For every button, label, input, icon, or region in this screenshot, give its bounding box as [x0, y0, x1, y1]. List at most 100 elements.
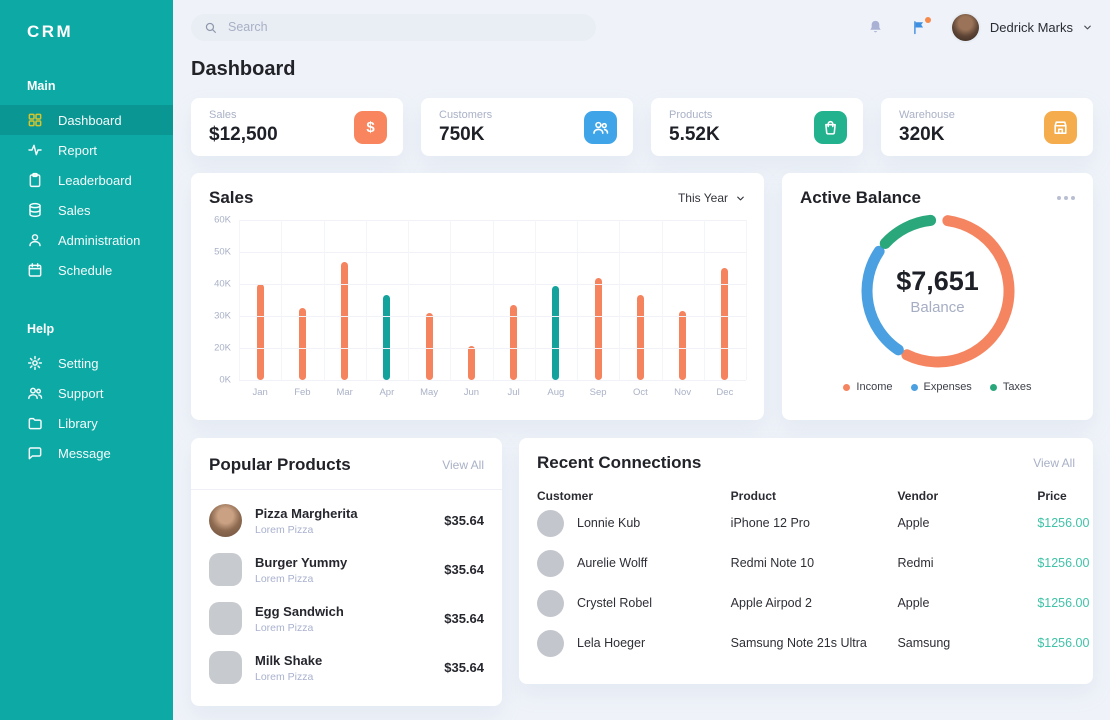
bar-feb [298, 308, 306, 380]
balance-donut-chart: $7,651 Balance [859, 212, 1017, 370]
stat-card-sales: Sales $12,500 $ [191, 98, 403, 156]
popular-products-title: Popular Products [209, 455, 351, 474]
user-menu[interactable]: Dedrick Marks [951, 13, 1093, 41]
sidebar-item-label: Message [58, 445, 111, 461]
sidebar-item-message[interactable]: Message [0, 438, 173, 468]
stat-text: Warehouse 320K [899, 109, 955, 146]
sidebar-item-schedule[interactable]: Schedule [0, 255, 173, 285]
clipboard-icon [27, 172, 43, 188]
product-subtitle: Lorem Pizza [255, 670, 314, 683]
connection-row[interactable]: Lonnie Kub iPhone 12 Pro Apple $1256.00 [537, 503, 1089, 543]
bar-may [425, 312, 433, 380]
vendor-cell: Apple [897, 516, 930, 530]
activity-icon [27, 142, 43, 158]
x-axis-tick: Jun [463, 387, 480, 398]
sales-card: Sales This Year 60K 50K 40K 30K 20K 0K Jan Feb… [191, 173, 764, 420]
notification-badge [924, 16, 931, 23]
sidebar-item-label: Setting [58, 355, 99, 371]
stat-label: Products [669, 108, 713, 121]
gridline [281, 220, 283, 380]
stat-label: Warehouse [899, 108, 955, 121]
gridline [746, 220, 747, 380]
search-box[interactable] [191, 13, 596, 41]
product-list-item[interactable]: Pizza Margherita Lorem Pizza $35.64 [209, 496, 484, 545]
stat-value: 320K [899, 123, 945, 145]
y-axis-tick: 0K [219, 374, 231, 386]
bar-slot [704, 220, 746, 380]
product-name: Egg Sandwich [255, 603, 344, 619]
page-title: Dashboard [191, 58, 296, 80]
sidebar-item-administration[interactable]: Administration [0, 225, 173, 255]
customer-cell: Lonnie Kub [537, 509, 731, 537]
view-all-link[interactable]: View All [442, 458, 484, 472]
sidebar-item-support[interactable]: Support [0, 378, 173, 408]
active-balance-card: Active Balance $7,651 Balance Income Expe… [782, 173, 1093, 420]
product-subtitle: Lorem Pizza [255, 572, 314, 585]
product-name: Pizza Margherita [255, 505, 358, 521]
chart-plot-area [239, 220, 747, 381]
bar-slot [239, 220, 281, 380]
bar-slot [493, 220, 535, 380]
donut-center: $7,651 Balance [859, 212, 1017, 370]
stat-label: Customers [439, 108, 493, 121]
gridline [619, 220, 621, 380]
sidebar-item-report[interactable]: Report [0, 135, 173, 165]
product-cell: Redmi Note 10 [730, 556, 815, 570]
x-axis-tick: Aug [547, 387, 565, 398]
sidebar-item-sales[interactable]: Sales [0, 195, 173, 225]
customer-avatar [537, 589, 564, 617]
bell-icon[interactable] [867, 19, 884, 36]
sidebar-item-label: Dashboard [58, 112, 122, 128]
gridline [239, 220, 240, 380]
flag-icon[interactable] [911, 16, 931, 36]
legend-item-expenses[interactable]: Expenses [910, 381, 972, 393]
product-list-item[interactable]: Burger Yummy Lorem Pizza $35.64 [209, 545, 484, 594]
legend-item-taxes[interactable]: Taxes [989, 381, 1032, 393]
search-icon [204, 21, 217, 34]
x-axis-tick: Oct [632, 387, 648, 398]
customer-avatar [537, 509, 564, 537]
bar-slot [324, 220, 366, 380]
more-horizontal-icon[interactable] [1057, 191, 1075, 205]
legend-item-income[interactable]: Income [843, 381, 893, 393]
bar-slot [281, 220, 323, 380]
connections-table-header: Customer Product Vendor Price [537, 489, 1075, 503]
sidebar-item-setting[interactable]: Setting [0, 348, 173, 378]
x-axis-tick: Dec [716, 387, 734, 398]
gridline [577, 220, 578, 380]
bar-jan [256, 284, 264, 380]
store-icon [1044, 110, 1077, 144]
popular-products-card: Popular Products View All Pizza Margheri… [191, 438, 502, 706]
product-price: $35.64 [444, 562, 484, 577]
bar-slot [662, 220, 704, 380]
sidebar-item-dashboard[interactable]: Dashboard [0, 105, 173, 135]
bar-mar [341, 261, 349, 380]
x-axis-tick: Sep [589, 387, 607, 398]
sidebar-item-library[interactable]: Library [0, 408, 173, 438]
dashboard-grid-icon [27, 112, 43, 128]
customer-avatar [537, 549, 564, 577]
product-image [209, 504, 242, 537]
customer-avatar [537, 629, 564, 657]
product-image [209, 553, 242, 586]
users-icon [584, 110, 617, 144]
product-info: Egg Sandwich Lorem Pizza [255, 604, 444, 634]
connection-row[interactable]: Lela Hoeger Samsung Note 21s Ultra Samsung… [537, 623, 1089, 663]
range-selector[interactable]: This Year [678, 191, 746, 205]
column-header-vendor: Vendor [897, 489, 939, 503]
gridline [323, 220, 325, 380]
chat-icon [27, 445, 43, 461]
connection-row[interactable]: Crystel Robel Apple Airpod 2 Apple $1256.00 [537, 583, 1089, 623]
dollar-icon: $ [354, 110, 387, 144]
sidebar-item-leaderboard[interactable]: Leaderboard [0, 165, 173, 195]
connection-row[interactable]: Aurelie Wolff Redmi Note 10 Redmi $1256.00 [537, 543, 1089, 583]
bar-slot [619, 220, 661, 380]
product-list-item[interactable]: Egg Sandwich Lorem Pizza $35.64 [209, 594, 484, 643]
bar-nov [679, 311, 687, 380]
gridline [703, 220, 705, 380]
search-input[interactable] [226, 19, 583, 35]
view-all-link[interactable]: View All [1033, 456, 1075, 470]
sales-bar-chart: 60K 50K 40K 30K 20K 0K Jan Feb Mar Apr May Jun Jul A… [209, 215, 747, 398]
product-list-item[interactable]: Milk Shake Lorem Pizza $35.64 [209, 643, 484, 692]
charts-row: Sales This Year 60K 50K 40K 30K 20K 0K Jan Feb… [191, 173, 1093, 420]
